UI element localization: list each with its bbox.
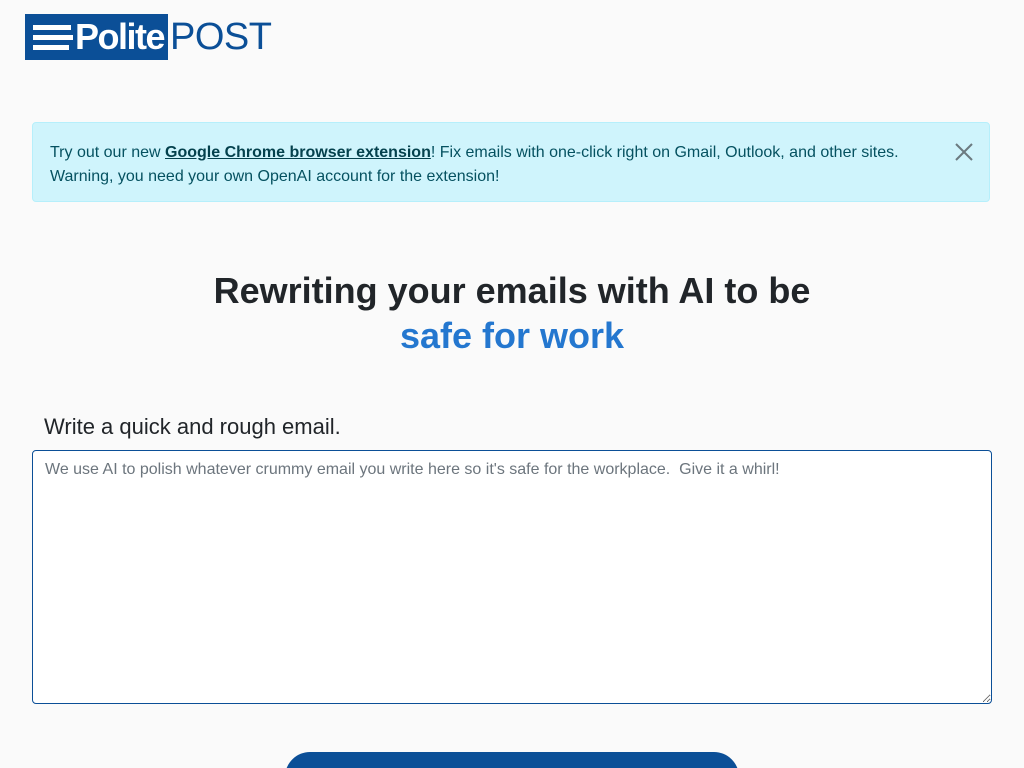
extension-alert: Try out our new Google Chrome browser ex… [32,122,990,202]
page: Polite POST Try out our new Google Chrom… [0,0,1024,768]
logo-lines-icon [33,24,73,50]
hero-line-1: Rewriting your emails with AI to be [213,270,811,311]
site-logo[interactable]: Polite POST [25,14,272,60]
alert-close-button[interactable] [953,141,975,163]
submit-button[interactable] [285,752,739,768]
logo-badge: Polite [25,14,169,60]
email-input-label: Write a quick and rough email. [44,414,341,439]
hero-heading: Rewriting your emails with AI to be safe… [0,268,1024,358]
email-input[interactable] [32,450,992,704]
logo-post-text: POST [170,16,272,58]
hero-line-2: safe for work [399,315,625,356]
logo-polite-text: Polite [75,16,166,57]
close-icon [955,143,973,161]
alert-prefix: Try out our new [50,144,166,161]
chrome-extension-link[interactable]: Google Chrome browser extension [165,144,431,161]
